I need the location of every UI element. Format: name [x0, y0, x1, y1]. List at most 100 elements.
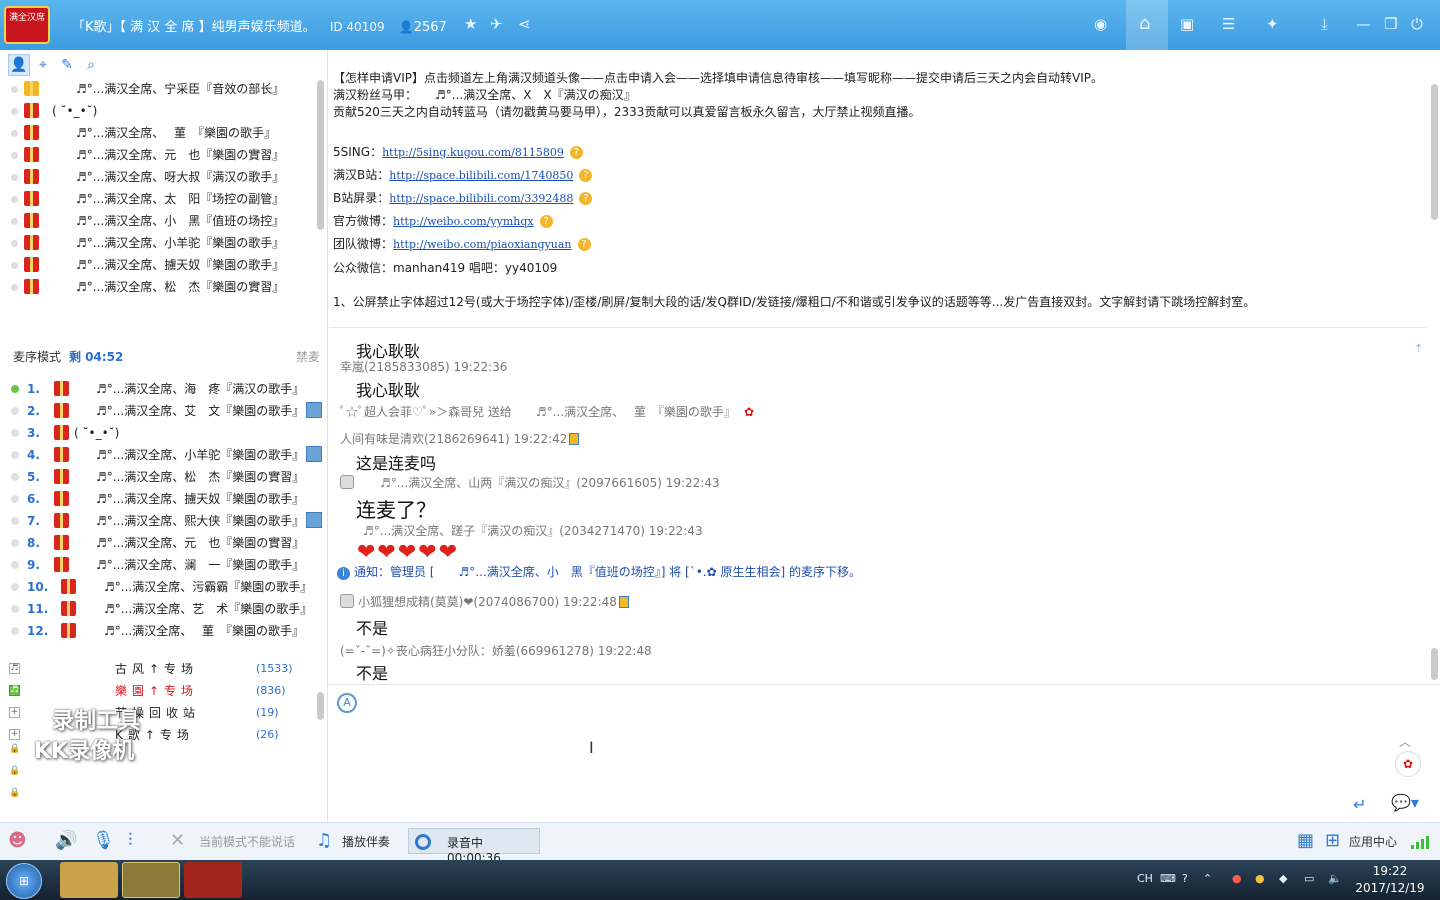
member-item[interactable]: ♬°...满汉全席、小 黑『值班の场控』	[0, 210, 316, 232]
recorder-task-icon[interactable]	[184, 862, 242, 898]
volume-icon[interactable]: 🔈	[1328, 872, 1342, 885]
calendar-icon[interactable]: ▦	[1297, 831, 1314, 851]
speaker-icon[interactable]: 🔊	[55, 831, 77, 851]
member-scrollbar[interactable]	[317, 80, 324, 230]
queue-item[interactable]: 2. ♬°...满汉全席、艾 文『樂園の歌手』	[0, 400, 328, 422]
start-button[interactable]: ⊞	[6, 863, 42, 899]
tray-app-icon[interactable]: ◆	[1279, 872, 1287, 885]
queue-member-name: ♬°...满汉全席、擄天奴『樂園の歌手』	[96, 492, 305, 506]
queue-item[interactable]: 11. ♬°...满汉全席、艺 术『樂園の歌手』	[0, 598, 328, 620]
ban-mic-button[interactable]: 禁麦	[296, 346, 320, 368]
member-item[interactable]: ♬°...满汉全席、擄天奴『樂園の歌手』	[0, 254, 316, 276]
queue-item[interactable]: 4. ♬°...满汉全席、小羊驼『樂園の歌手』	[0, 444, 328, 466]
minimize-icon[interactable]: —	[1356, 14, 1371, 34]
scroll-top-icon[interactable]: ⇡	[1414, 342, 1423, 355]
file-explorer-task-icon[interactable]	[60, 862, 118, 898]
app-grid-icon[interactable]: ⊞	[1325, 831, 1340, 851]
question-icon[interactable]: ?	[577, 238, 591, 251]
tray-expand-icon[interactable]: ⌃	[1203, 872, 1212, 885]
expand-icon[interactable]: ︿	[1399, 733, 1411, 750]
member-item[interactable]: ♬°...满汉全席、松 杰『樂園の實習』	[0, 276, 316, 298]
external-link[interactable]: http://5sing.kugou.com/8115809	[382, 146, 564, 159]
system-clock[interactable]: 19:22 2017/12/19	[1348, 863, 1432, 897]
yy-task-icon[interactable]	[122, 862, 180, 898]
edit-tab-icon[interactable]: ✎	[56, 55, 78, 77]
game-icon[interactable]: ✦	[1266, 14, 1279, 34]
tray-app-icon[interactable]: ●	[1255, 872, 1265, 885]
status-dot-icon	[11, 407, 19, 415]
recording-indicator[interactable]: 录音中 00:00:36	[408, 828, 540, 865]
external-link[interactable]: http://weibo.com/yymhqx	[393, 215, 534, 228]
equalizer-icon[interactable]: ⫶	[128, 831, 133, 851]
room-scrollbar[interactable]	[317, 692, 324, 720]
send-enter-icon[interactable]: ↵	[1353, 795, 1366, 814]
avatar	[306, 512, 322, 528]
channel-logo[interactable]: 满全汉席	[4, 6, 50, 44]
external-link[interactable]: http://weibo.com/piaoxiangyuan	[393, 238, 572, 251]
font-settings-icon[interactable]: A	[337, 693, 357, 713]
music-note-icon[interactable]: ♫	[316, 831, 332, 851]
queue-item[interactable]: 5. ♬°...满汉全席、松 杰『樂園の實習』	[0, 466, 328, 488]
member-item[interactable]: ♬°...满汉全席、 菫 『樂園の歌手』	[0, 122, 316, 144]
accompany-button[interactable]: 播放伴奏	[342, 833, 390, 850]
status-dot-icon	[11, 451, 19, 459]
queue-item[interactable]: 1. ♬°...满汉全席、海 疼『满汉の歌手』	[0, 378, 328, 400]
plane-icon[interactable]: ✈	[490, 14, 503, 34]
queue-member-name: ♬°...满汉全席、艺 术『樂園の歌手』	[104, 602, 313, 616]
members-tab-icon[interactable]: 👤	[8, 54, 30, 76]
chat-sender: 幸嵐(2185833085) 19:22:36	[340, 360, 508, 374]
sub-channel-item[interactable]: ♬ 古风↑专场 (1533)	[0, 658, 328, 680]
power-icon[interactable]: ⏻	[1411, 14, 1423, 34]
queue-item[interactable]: 3. ( ˘•_•˘)	[0, 422, 328, 444]
expand-plus-icon[interactable]: +	[9, 729, 20, 740]
link-label: 满汉B站：	[333, 168, 390, 182]
app-center-button[interactable]: 应用中心	[1349, 833, 1397, 850]
contacts-icon[interactable]: ▣	[1180, 14, 1194, 34]
question-icon[interactable]: ?	[579, 169, 593, 182]
member-item[interactable]: ♬°...满汉全席、宁采臣『音效の部长』	[0, 78, 316, 100]
restore-icon[interactable]: ❐	[1384, 14, 1397, 34]
member-item[interactable]: ♬°...满汉全席、呀大叔『满汉の歌手』	[0, 166, 316, 188]
member-item[interactable]: ♬°...满汉全席、元 也『樂園の實習』	[0, 144, 316, 166]
chat-scrollbar[interactable]	[1431, 648, 1438, 680]
share-icon[interactable]: ⋖	[518, 14, 531, 34]
home-icon[interactable]: ⌂	[1139, 14, 1150, 34]
sub-channel-item[interactable]: ♬ 樂園↑专场 (836)	[0, 680, 328, 702]
external-link[interactable]: http://space.bilibili.com/1740850	[389, 169, 573, 182]
announce-scrollbar[interactable]	[1431, 84, 1438, 220]
member-item[interactable]: ♬°...满汉全席、太 阳『场控の副管』	[0, 188, 316, 210]
tray-app-icon[interactable]: ●	[1232, 872, 1242, 885]
keyboard-icon[interactable]: ⌨	[1160, 872, 1176, 885]
favorite-star-icon[interactable]: ★	[464, 14, 477, 34]
queue-item[interactable]: 7. ♬°...满汉全席、熙大侠『樂園の歌手』	[0, 510, 328, 532]
music-note-icon[interactable]: ♬	[9, 685, 20, 696]
question-icon[interactable]: ?	[539, 215, 553, 228]
emoticon-menu-icon[interactable]: 💬▾	[1391, 793, 1419, 812]
queue-member-name: ♬°...满汉全席、污霸霸『樂園の歌手』	[104, 580, 313, 594]
avatar[interactable]: ☻	[8, 831, 27, 851]
queue-item[interactable]: 10. ♬°...满汉全席、污霸霸『樂園の歌手』	[0, 576, 328, 598]
search-icon[interactable]: ⌕	[80, 55, 102, 77]
help-icon[interactable]: ?	[1182, 872, 1188, 885]
send-flower-icon[interactable]: ✿	[1395, 751, 1421, 777]
queue-item[interactable]: 8. ♬°...满汉全席、元 也『樂園の實習』	[0, 532, 328, 554]
member-item[interactable]: ( ˘•_•˘)	[0, 100, 316, 122]
question-icon[interactable]: ?	[569, 146, 583, 159]
message-input-area[interactable]: A I ︿ ✿ ↵ 💬▾	[329, 684, 1440, 820]
question-icon[interactable]: ?	[579, 192, 593, 205]
location-tab-icon[interactable]: ⌖	[32, 55, 54, 77]
skin-icon[interactable]: ◉	[1094, 14, 1107, 34]
queue-item[interactable]: 6. ♬°...满汉全席、擄天奴『樂園の歌手』	[0, 488, 328, 510]
chat-sender: ♬°...满汉全席、蹉子『满汉の痴汉』(2034271470) 19:22:43	[363, 524, 703, 538]
expand-plus-icon[interactable]: +	[9, 707, 20, 718]
external-link[interactable]: http://space.bilibili.com/3392488	[389, 192, 573, 205]
queue-item[interactable]: 9. ♬°...满汉全席、澜 一『樂園の歌手』	[0, 554, 328, 576]
list-icon[interactable]: ☰	[1222, 14, 1235, 34]
member-item[interactable]: ♬°...满汉全席、小羊驼『樂園の歌手』	[0, 232, 316, 254]
microphone-icon[interactable]: 🎙	[92, 831, 115, 851]
minimize-to-tray-icon[interactable]: ⤓	[1321, 14, 1328, 34]
queue-item[interactable]: 12. ♬°...满汉全席、 菫 『樂園の歌手』	[0, 620, 328, 642]
network-icon[interactable]: ▭	[1304, 872, 1314, 885]
music-note-icon[interactable]: ♬	[9, 663, 20, 674]
ime-indicator[interactable]: CH	[1137, 872, 1153, 885]
